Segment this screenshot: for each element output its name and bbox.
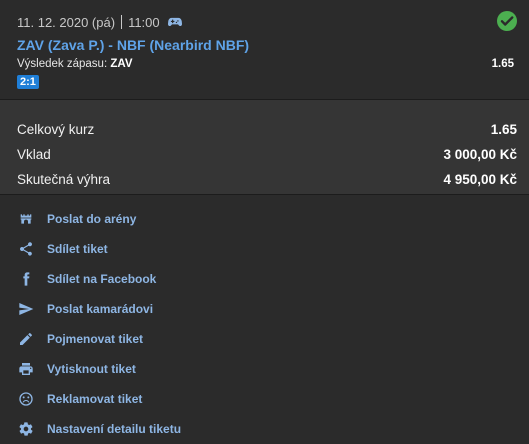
action-label: Sdílet tiket	[47, 242, 108, 256]
facebook-icon	[17, 270, 35, 288]
gear-icon	[17, 420, 35, 438]
ticket-actions: Poslat do arény Sdílet tiket Sdílet na F…	[0, 195, 529, 444]
summary-row-stake: Vklad 3 000,00 Kč	[17, 142, 517, 167]
sad-face-icon	[17, 390, 35, 408]
match-title[interactable]: ZAV (Zava P.) - NBF (Nearbird NBF)	[17, 36, 517, 54]
ticket-detail-settings-button[interactable]: Nastavení detailu tiketu	[0, 414, 529, 444]
match-meta: 11. 12. 2020 (pá) 11:00	[17, 13, 517, 31]
pencil-icon	[17, 330, 35, 348]
ticket-summary: Celkový kurz 1.65 Vklad 3 000,00 Kč Skut…	[0, 100, 529, 195]
action-label: Vytisknout tiket	[47, 362, 136, 376]
claim-ticket-button[interactable]: Reklamovat tiket	[0, 384, 529, 414]
match-date: 11. 12. 2020 (pá)	[17, 14, 116, 30]
send-icon	[17, 300, 35, 318]
share-ticket-button[interactable]: Sdílet tiket	[0, 234, 529, 264]
send-to-friend-button[interactable]: Poslat kamarádovi	[0, 294, 529, 324]
summary-value: 3 000,00 Kč	[443, 147, 517, 162]
action-label: Nastavení detailu tiketu	[47, 422, 182, 436]
action-label: Sdílet na Facebook	[47, 272, 157, 286]
summary-label: Skutečná výhra	[17, 172, 111, 187]
share-icon	[17, 240, 35, 258]
bet-selection: Výsledek zápasu: ZAV 1.65	[17, 57, 517, 72]
meta-divider	[121, 15, 123, 29]
summary-label: Vklad	[17, 147, 51, 162]
result-value: ZAV	[110, 58, 133, 70]
check-circle-icon	[497, 11, 517, 36]
bet-market: Výsledek zápasu: ZAV	[17, 57, 133, 72]
summary-row-actual-win: Skutečná výhra 4 950,00 Kč	[17, 167, 517, 192]
gamepad-icon	[167, 17, 182, 27]
summary-label: Celkový kurz	[17, 122, 95, 137]
action-label: Poslat kamarádovi	[47, 302, 154, 316]
action-label: Reklamovat tiket	[47, 392, 143, 406]
score-badge: 2:1	[17, 75, 39, 89]
match-time: 11:00	[128, 14, 160, 30]
result-label: Výsledek zápasu:	[17, 58, 108, 70]
print-ticket-button[interactable]: Vytisknout tiket	[0, 354, 529, 384]
match-section: 11. 12. 2020 (pá) 11:00 ZAV (Zava P.) - …	[0, 0, 529, 100]
ticket-detail: 11. 12. 2020 (pá) 11:00 ZAV (Zava P.) - …	[0, 0, 529, 444]
summary-value: 1.65	[490, 122, 517, 137]
printer-icon	[17, 360, 35, 378]
summary-row-total-odds: Celkový kurz 1.65	[17, 117, 517, 142]
share-facebook-button[interactable]: Sdílet na Facebook	[0, 264, 529, 294]
arena-icon	[17, 210, 35, 228]
selection-odds: 1.65	[491, 58, 514, 70]
send-to-arena-button[interactable]: Poslat do arény	[0, 204, 529, 234]
action-label: Poslat do arény	[47, 212, 137, 226]
action-label: Pojmenovat tiket	[47, 332, 144, 346]
summary-value: 4 950,00 Kč	[443, 172, 517, 187]
rename-ticket-button[interactable]: Pojmenovat tiket	[0, 324, 529, 354]
